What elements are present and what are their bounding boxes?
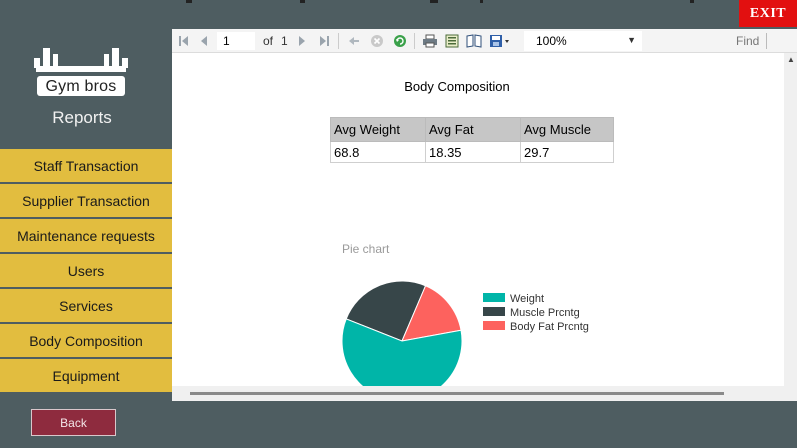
- report-viewer: of 1 100% ▼: [172, 29, 797, 401]
- sidebar-item-services[interactable]: Services: [0, 289, 172, 322]
- gym-logo: Gym bros: [33, 44, 129, 100]
- back-icon[interactable]: [346, 33, 362, 49]
- page-of-label: of: [263, 34, 274, 48]
- prev-page-icon[interactable]: [196, 33, 212, 49]
- pie-chart: Pie chart Weight Muscle Prcntg Body Fat Pr…: [341, 242, 589, 386]
- scrollbar-thumb[interactable]: [190, 392, 724, 395]
- brand-name: Gym bros: [45, 78, 117, 95]
- find-label: Find: [736, 34, 760, 48]
- export-icon[interactable]: [488, 33, 512, 49]
- legend-label: Weight: [510, 293, 544, 305]
- current-page-input[interactable]: [216, 31, 256, 51]
- report-toolbar: of 1 100% ▼: [172, 29, 797, 53]
- chart-title: Pie chart: [342, 242, 390, 256]
- total-pages: 1: [281, 34, 288, 48]
- legend-label: Muscle Prcntg: [510, 307, 580, 319]
- sidebar-item-users[interactable]: Users: [0, 254, 172, 287]
- toolbar-separator: [766, 33, 767, 49]
- back-button[interactable]: Back: [31, 409, 116, 436]
- sidebar-item-body-composition[interactable]: Body Composition: [0, 324, 172, 357]
- legend-swatch: [483, 293, 505, 302]
- toolbar-separator: [338, 33, 339, 49]
- window-top-decoration: [186, 0, 694, 3]
- sidebar-item-maintenance-requests[interactable]: Maintenance requests: [0, 219, 172, 252]
- legend-swatch: [483, 321, 505, 330]
- zoom-select[interactable]: 100% ▼: [524, 31, 642, 51]
- chevron-down-icon: ▼: [627, 35, 636, 45]
- sidebar-item-supplier-transaction[interactable]: Supplier Transaction: [0, 184, 172, 217]
- page-setup-icon[interactable]: [466, 33, 482, 49]
- next-page-icon[interactable]: [294, 33, 310, 49]
- legend-swatch: [483, 307, 505, 316]
- sidebar-item-equipment[interactable]: Equipment: [0, 359, 172, 392]
- zoom-value: 100%: [536, 34, 567, 48]
- exit-button[interactable]: EXIT: [739, 0, 797, 27]
- legend-label: Body Fat Prcntg: [510, 321, 589, 333]
- vertical-scrollbar[interactable]: ▲: [784, 53, 797, 401]
- section-title: Reports: [52, 108, 112, 127]
- print-icon[interactable]: [422, 33, 438, 49]
- last-page-icon[interactable]: [316, 33, 332, 49]
- stop-icon[interactable]: [369, 33, 385, 49]
- find-input[interactable]: Find: [650, 31, 766, 51]
- barbell-icon: [34, 48, 128, 72]
- sidebar-item-staff-transaction[interactable]: Staff Transaction: [0, 149, 172, 182]
- page-layout-icon[interactable]: [444, 33, 460, 49]
- report-page: Body Composition Avg Weight Avg Fat Avg …: [172, 53, 784, 386]
- sidebar-nav: Staff Transaction Supplier Transaction M…: [0, 149, 172, 394]
- scroll-up-icon[interactable]: ▲: [787, 55, 795, 64]
- horizontal-scrollbar[interactable]: [172, 386, 784, 401]
- refresh-icon[interactable]: [392, 33, 408, 49]
- sidebar: Gym bros Reports Staff Transaction Suppl…: [0, 0, 172, 448]
- first-page-icon[interactable]: [176, 33, 192, 49]
- toolbar-separator: [414, 33, 415, 49]
